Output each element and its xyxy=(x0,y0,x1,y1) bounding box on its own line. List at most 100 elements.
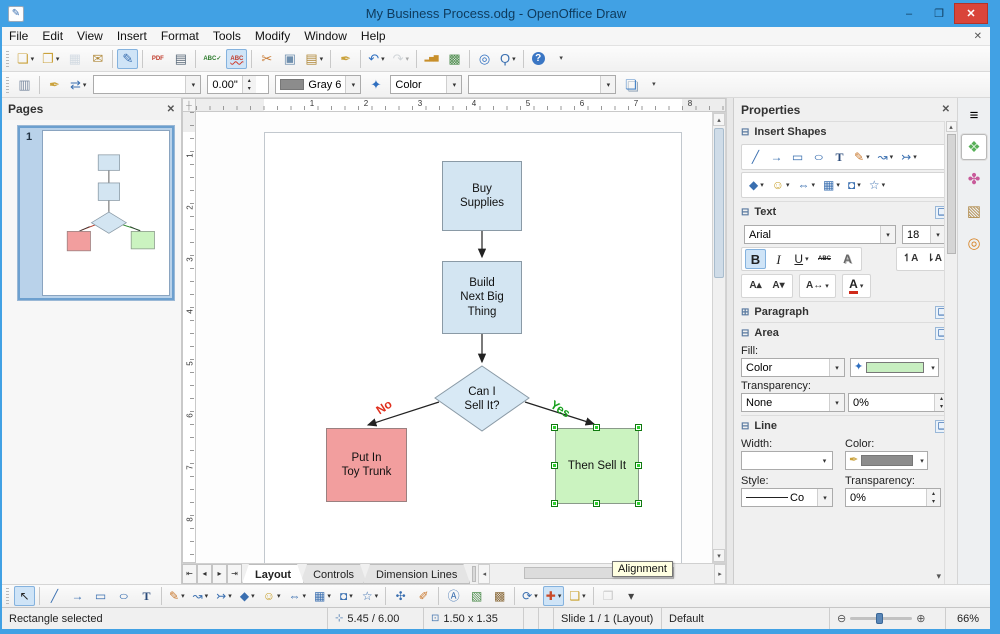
autospellcheck-icon[interactable]: ABC xyxy=(226,49,247,69)
basic-shapes-icon[interactable]: ◆▾ xyxy=(746,175,767,195)
pages-close-icon[interactable]: ✕ xyxy=(167,104,175,115)
symbol-shapes-icon[interactable]: ☺▾ xyxy=(260,586,284,606)
horizontal-scrollbar[interactable]: ◂ ▸ xyxy=(478,564,726,584)
curve-icon[interactable]: ✎▾ xyxy=(851,147,873,167)
close-document-icon[interactable]: ✕ xyxy=(974,31,982,42)
line-width-spinner[interactable]: 0.00" ▴▾ xyxy=(207,75,269,94)
zoom-slider-thumb[interactable] xyxy=(876,613,883,624)
chart-icon[interactable]: ▂▅▇ xyxy=(421,49,442,69)
connector-icon[interactable]: ↝▾ xyxy=(875,147,897,167)
arrow-icon[interactable]: → xyxy=(767,147,786,167)
toolbar-overflow-icon[interactable]: ▾ xyxy=(551,49,572,69)
line-color-select[interactable]: Gray 6 ▾ xyxy=(275,75,361,94)
strikethrough-icon[interactable]: ABC xyxy=(814,249,835,269)
last-page-icon[interactable]: ⇥ xyxy=(227,564,242,584)
undo-icon[interactable]: ↶▾ xyxy=(365,49,387,69)
text-icon[interactable]: T xyxy=(830,147,849,167)
properties-close-icon[interactable]: ✕ xyxy=(942,104,950,115)
flowchart-then-sell-it[interactable]: Then Sell It xyxy=(555,428,639,504)
minimize-button[interactable]: – xyxy=(894,4,924,24)
freeform-line-icon[interactable]: ✎▾ xyxy=(166,586,188,606)
section-insert-shapes[interactable]: ⊟ Insert Shapes xyxy=(741,121,949,142)
collapse-icon[interactable]: ⊟ xyxy=(741,421,749,432)
flowchart-put-in-toy-trunk[interactable]: Put In Toy Trunk xyxy=(326,428,407,502)
collapse-icon[interactable]: ⊟ xyxy=(741,328,749,339)
fontwork-icon[interactable]: Ⓐ xyxy=(443,586,464,606)
page-style[interactable]: Default xyxy=(662,608,830,629)
format-paintbrush-icon[interactable]: ✒ xyxy=(335,49,356,69)
email-icon[interactable]: ✉ xyxy=(87,49,108,69)
menu-item-tools[interactable]: Tools xyxy=(206,28,248,44)
toolbar-grip[interactable] xyxy=(6,77,9,93)
copy-icon[interactable]: ▣ xyxy=(279,49,300,69)
select-icon[interactable]: ↖ xyxy=(14,586,35,606)
fill-type-select[interactable]: Color ▾ xyxy=(390,75,462,94)
sidebar-menu-icon[interactable]: ≡ xyxy=(961,102,987,128)
save-icon[interactable]: ▦ xyxy=(64,49,85,69)
line-color-button[interactable]: ✒ ▾ xyxy=(845,451,928,470)
font-color-icon[interactable]: A▾ xyxy=(846,276,867,296)
open-icon[interactable]: ❐▾ xyxy=(39,49,62,69)
rotate-icon[interactable]: ⟳▾ xyxy=(519,586,541,606)
stars-icon[interactable]: ☆▾ xyxy=(866,175,888,195)
styles-tab[interactable]: ✤ xyxy=(961,166,987,192)
menu-item-edit[interactable]: Edit xyxy=(35,28,70,44)
first-page-icon[interactable]: ⇤ xyxy=(182,564,197,584)
zoom-percentage[interactable]: 66% xyxy=(946,608,990,629)
line-pen-icon[interactable]: ✒ xyxy=(44,75,65,95)
menu-item-file[interactable]: File xyxy=(2,28,35,44)
sidebar-splitter[interactable] xyxy=(726,98,733,584)
collapse-icon[interactable]: ⊟ xyxy=(741,207,749,218)
superscript-icon[interactable]: ↿A xyxy=(900,249,922,269)
zoom-out-icon[interactable]: ⊖ xyxy=(837,612,846,625)
character-spacing-icon[interactable]: A↔▾ xyxy=(803,276,832,296)
arrange-icon[interactable]: ❑▾ xyxy=(566,586,588,606)
character-shadow-icon[interactable]: A xyxy=(837,249,858,269)
increase-font-icon[interactable]: A▴ xyxy=(745,276,766,296)
layer-tab[interactable]: Controls xyxy=(300,564,367,584)
toolbar-overflow-icon[interactable]: ▾ xyxy=(643,75,664,95)
basic-shapes-icon[interactable]: ◆▾ xyxy=(237,586,258,606)
area-fill-type-select[interactable]: Color ▾ xyxy=(741,358,845,377)
section-line[interactable]: ⊟ Line ❏ xyxy=(741,415,949,436)
line-icon[interactable]: ╱ xyxy=(746,147,765,167)
menu-item-help[interactable]: Help xyxy=(354,28,393,44)
cut-icon[interactable]: ✂ xyxy=(256,49,277,69)
menu-item-window[interactable]: Window xyxy=(297,28,354,44)
zoom-slider[interactable] xyxy=(850,617,912,620)
line-width-select[interactable]: ▾ xyxy=(741,451,833,470)
underline-icon[interactable]: U▾ xyxy=(791,249,812,269)
maximize-button[interactable]: ❐ xyxy=(924,4,954,24)
flowchart-icon[interactable]: ▦▾ xyxy=(820,175,843,195)
menu-item-view[interactable]: View xyxy=(70,28,110,44)
rectangle-icon[interactable]: ▭ xyxy=(90,586,111,606)
panel-scroll-thumb[interactable] xyxy=(947,134,956,254)
subscript-icon[interactable]: ⇂A xyxy=(923,249,945,269)
italic-icon[interactable]: I xyxy=(768,249,789,269)
selection-handle[interactable] xyxy=(593,500,600,507)
flowchart-icon[interactable]: ▦▾ xyxy=(311,586,334,606)
block-arrows-icon[interactable]: ⇔▾ xyxy=(795,175,819,195)
selection-handle[interactable] xyxy=(593,424,600,431)
arrow-icon[interactable]: → xyxy=(67,586,88,606)
selection-handle[interactable] xyxy=(551,462,558,469)
layer-tab[interactable]: Dimension Lines xyxy=(363,564,470,584)
group-icon[interactable]: ❒ xyxy=(598,586,619,606)
spellcheck-icon[interactable]: ABC✓ xyxy=(200,49,224,69)
callouts-icon[interactable]: ◘▾ xyxy=(336,586,357,606)
scroll-down-icon[interactable]: ▾ xyxy=(713,549,725,562)
transparency-type-select[interactable]: None ▾ xyxy=(741,393,845,412)
expand-icon[interactable]: ⊞ xyxy=(741,307,749,318)
paste-icon[interactable]: ▤▾ xyxy=(302,49,326,69)
help-icon[interactable]: ? xyxy=(528,49,549,69)
symbol-shapes-icon[interactable]: ☺▾ xyxy=(769,175,793,195)
section-text[interactable]: ⊟ Text ❏ xyxy=(741,201,949,222)
block-arrows-icon[interactable]: ⇔▾ xyxy=(286,586,310,606)
collapse-icon[interactable]: ⊟ xyxy=(741,127,749,138)
from-file-icon[interactable]: ▧ xyxy=(466,586,487,606)
new-icon[interactable]: ❏▾ xyxy=(14,49,37,69)
toolbar-grip[interactable] xyxy=(6,588,9,604)
drawing-canvas[interactable]: Buy Supplies Build Next Big Thing Can I … xyxy=(196,112,712,563)
edit-file-icon[interactable]: ✎ xyxy=(117,49,138,69)
lines-arrows-icon[interactable]: ↣▾ xyxy=(898,147,920,167)
